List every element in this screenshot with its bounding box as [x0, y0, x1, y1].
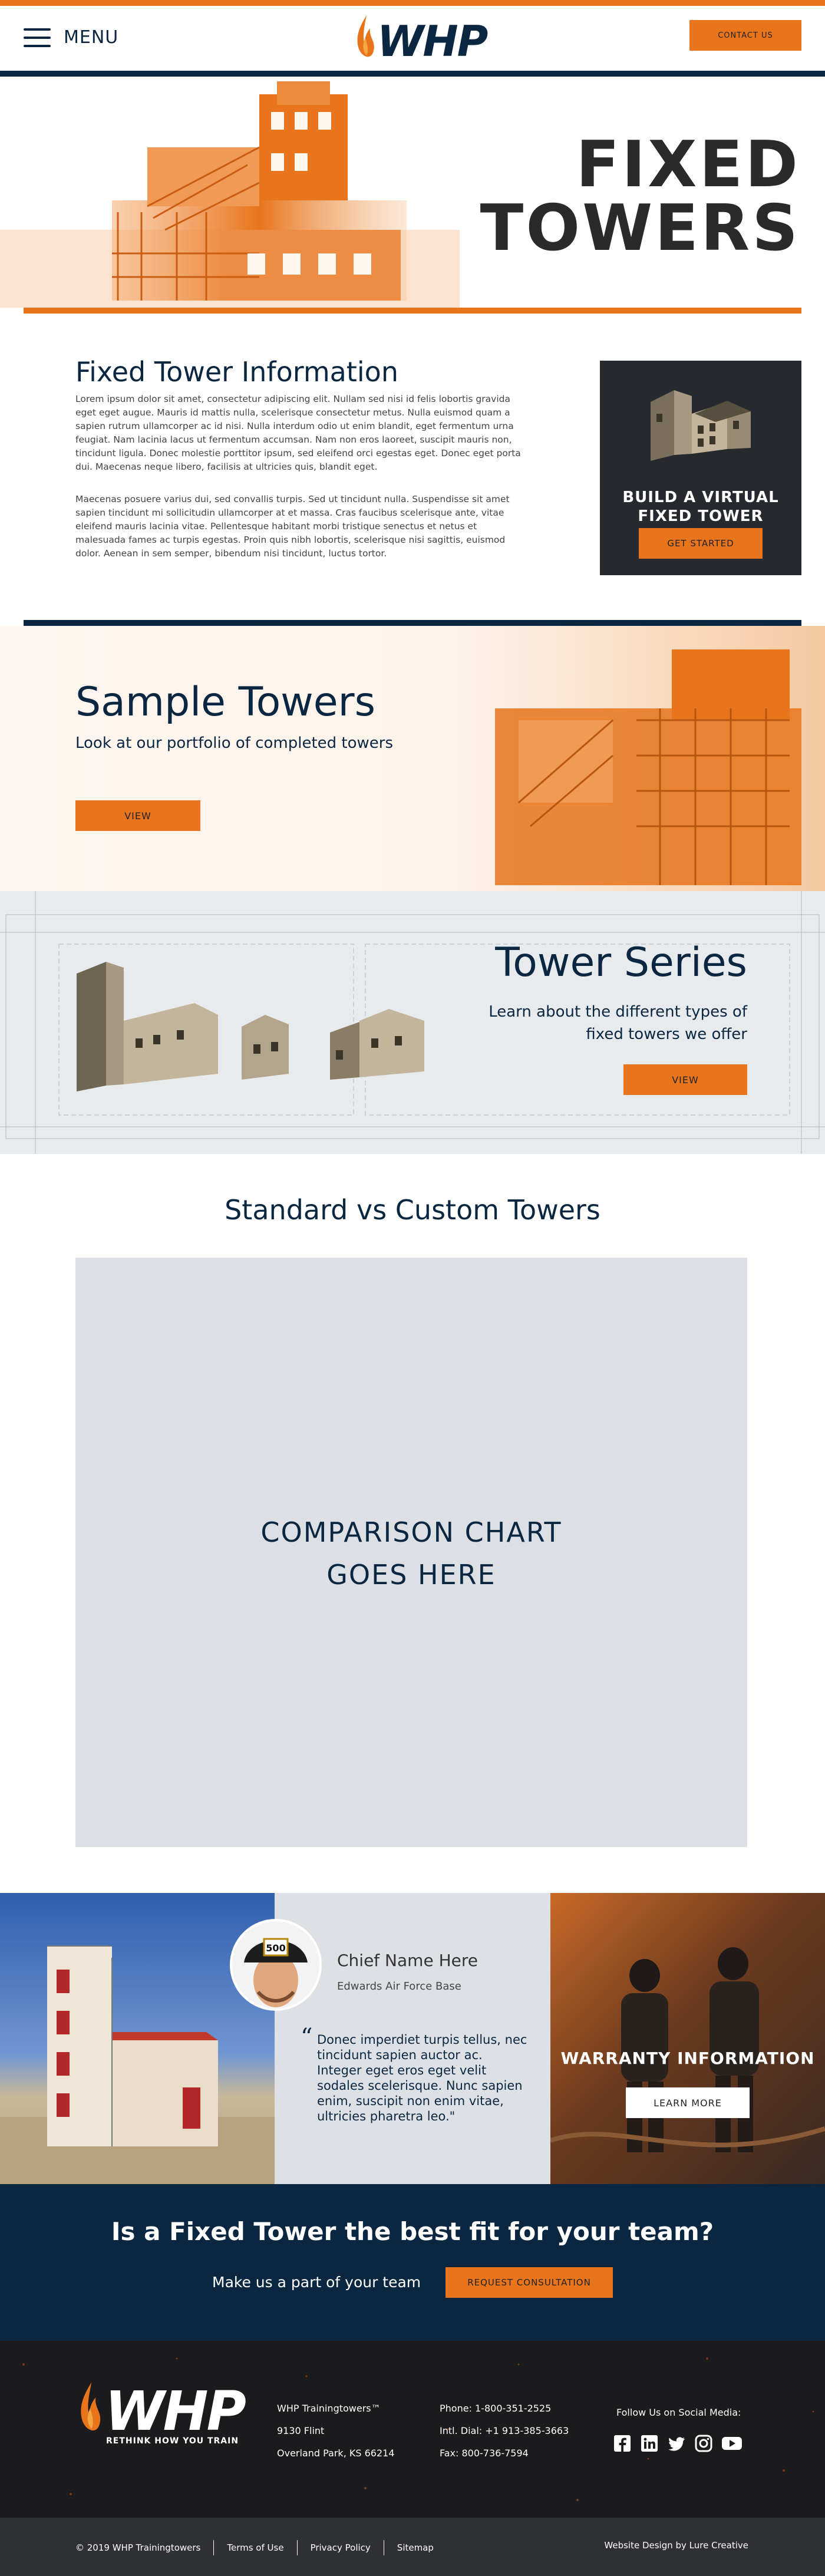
copyright-text: © 2019 WHP Trainingtowers [75, 2542, 201, 2553]
quote-icon: “ [301, 2024, 313, 2051]
flame-icon [357, 15, 374, 57]
warranty-title: WARRANTY INFORMATION [560, 2049, 815, 2068]
footer-address-line2: Overland Park, KS 66214 [277, 2448, 395, 2459]
contact-us-button[interactable]: CONTACT US [689, 20, 801, 51]
menu-label: MENU [64, 27, 119, 48]
info-paragraph-2: Maecenas posuere varius dui, sed convall… [75, 494, 510, 559]
virtual-tower-title-line1: BUILD A VIRTUAL [622, 489, 779, 506]
site-header: MENU WHP CONTACT US [0, 6, 825, 71]
sample-towers-section: Sample Towers Look at our portfolio of c… [0, 626, 825, 891]
info-heading: Fixed Tower Information [75, 356, 398, 388]
social-links [613, 2434, 742, 2453]
series-subtitle: Learn about the different types of fixed… [489, 1003, 747, 1043]
instagram-icon[interactable] [694, 2434, 713, 2453]
request-consultation-button[interactable]: REQUEST CONSULTATION [446, 2267, 613, 2298]
cta-subtitle: Make us a part of your team [212, 2274, 421, 2291]
warranty-panel: WARRANTY INFORMATION LEARN MORE [550, 1893, 825, 2184]
page-title-line2: TOWERS [480, 192, 800, 265]
footer-address: WHP Trainingtowers™ 9130 Flint Overland … [277, 2397, 395, 2465]
tower-series-section: Tower Series Learn about the different t… [0, 891, 825, 1154]
virtual-tower-card: BUILD A VIRTUAL FIXED TOWER GET STARTED [600, 361, 801, 575]
testimonial-card: 500 Chief Name Here Edwards Air Force Ba… [230, 1893, 550, 2184]
virtual-tower-illustration [651, 390, 751, 461]
hero-section: FIXED TOWERS [0, 77, 825, 314]
chief-base: Edwards Air Force Base [337, 1980, 461, 1993]
tower-series-models [77, 962, 424, 1091]
hero-divider [24, 308, 801, 314]
design-credit-link[interactable]: Website Design by Lure Creative [604, 2540, 748, 2551]
testimonial-quote: Donec imperdiet turpis tellus, nec tinci… [317, 2033, 527, 2123]
top-accent-stripe [0, 0, 825, 6]
twitter-icon[interactable] [667, 2434, 686, 2453]
privacy-link[interactable]: Privacy Policy [311, 2542, 371, 2553]
header-divider [0, 71, 825, 77]
warranty-learn-more-button[interactable]: LEARN MORE [626, 2087, 750, 2118]
linkedin-icon[interactable] [640, 2434, 659, 2453]
facebook-icon[interactable] [613, 2434, 632, 2453]
terms-link[interactable]: Terms of Use [227, 2542, 283, 2553]
footer-logo-wordmark: WHP [105, 2380, 246, 2443]
site-logo[interactable]: WHP [354, 14, 488, 66]
divider [213, 2540, 214, 2555]
footer-phone[interactable]: Phone: 1-800-351-2525 [440, 2397, 569, 2420]
helmet-number: 500 [266, 1942, 285, 1954]
tower-photo [0, 1893, 275, 2184]
sample-tower-photo [495, 649, 801, 885]
series-view-button[interactable]: VIEW [623, 1064, 747, 1095]
virtual-tower-title-line2: FIXED TOWER [638, 507, 764, 525]
sitemap-link[interactable]: Sitemap [397, 2542, 434, 2553]
chief-name: Chief Name Here [337, 1951, 478, 1970]
comparison-placeholder-line1: COMPARISON CHART [260, 1516, 562, 1548]
legal-links: © 2019 WHP Trainingtowers Terms of Use P… [75, 2540, 434, 2555]
hero-tower-illustration [0, 81, 460, 308]
comparison-placeholder-text: COMPARISON CHART GOES HERE [75, 1511, 747, 1596]
menu-toggle[interactable]: MENU [24, 27, 118, 48]
info-divider [24, 620, 801, 626]
comparison-chart-placeholder: COMPARISON CHART GOES HERE [75, 1258, 747, 1847]
social-label: Follow Us on Social Media: [616, 2407, 741, 2418]
copyright-bar: © 2019 WHP Trainingtowers Terms of Use P… [0, 2518, 825, 2576]
cta-heading: Is a Fixed Tower the best fit for your t… [111, 2217, 714, 2246]
consultation-cta: Is a Fixed Tower the best fit for your t… [0, 2184, 825, 2341]
youtube-icon[interactable] [721, 2434, 742, 2453]
sample-view-button[interactable]: VIEW [75, 800, 200, 831]
virtual-tower-title: BUILD A VIRTUAL FIXED TOWER [600, 488, 801, 526]
firefighters-photo [550, 1947, 825, 2152]
footer-company: WHP Trainingtowers™ [277, 2403, 381, 2414]
site-footer: WHP RETHINK HOW YOU TRAIN WHP Trainingto… [0, 2341, 825, 2518]
page-title-line1: FIXED [576, 128, 800, 202]
footer-tagline: RETHINK HOW YOU TRAIN [106, 2436, 239, 2446]
chief-avatar: 500 [230, 1919, 322, 2011]
footer-logo[interactable]: WHP RETHINK HOW YOU TRAIN [75, 2380, 246, 2446]
logo-wordmark: WHP [377, 17, 488, 66]
footer-fax: Fax: 800-736-7594 [440, 2448, 529, 2459]
footer-contact: Phone: 1-800-351-2525 Intl. Dial: +1 913… [440, 2397, 569, 2465]
comparison-placeholder-line2: GOES HERE [326, 1559, 496, 1591]
divider [296, 2540, 298, 2555]
info-paragraph-1: Lorem ipsum dolor sit amet, consectetur … [75, 394, 521, 472]
hamburger-icon [24, 28, 51, 47]
footer-intl-dial[interactable]: Intl. Dial: +1 913-385-3663 [440, 2420, 569, 2442]
sample-heading: Sample Towers [75, 679, 376, 725]
fixed-tower-info-section: Fixed Tower Information Lorem ipsum dolo… [0, 318, 825, 619]
series-heading: Tower Series [495, 939, 747, 986]
sample-subtitle: Look at our portfolio of completed tower… [75, 734, 394, 752]
page-title: FIXED TOWERS [480, 133, 800, 260]
get-started-button[interactable]: GET STARTED [639, 528, 763, 559]
compare-heading: Standard vs Custom Towers [225, 1194, 600, 1226]
footer-address-line1: 9130 Flint [277, 2425, 325, 2436]
testimonial-band: 500 Chief Name Here Edwards Air Force Ba… [0, 1893, 825, 2184]
footer-flame-icon [81, 2382, 101, 2431]
tower-photo-illustration [0, 1945, 275, 2184]
